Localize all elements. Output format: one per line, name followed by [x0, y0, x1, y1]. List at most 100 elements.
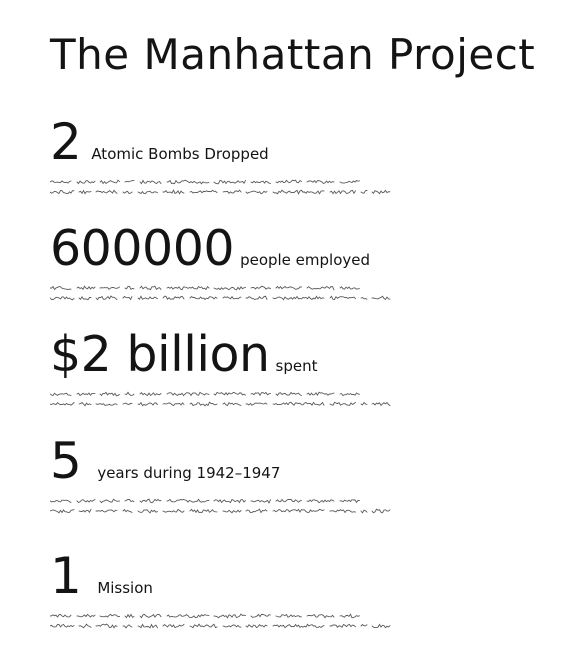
squiggle-word [78, 508, 92, 514]
squiggle-word [371, 401, 391, 407]
stat-value: $2 billion [50, 326, 270, 383]
squiggle-word [166, 285, 210, 291]
squiggle-word [124, 285, 135, 291]
squiggle-word [50, 499, 72, 504]
squiggle-word [95, 403, 118, 406]
placeholder-text-lines [50, 613, 391, 629]
squiggle-word [162, 508, 185, 513]
squiggle-word [139, 498, 162, 504]
squiggle-word [95, 509, 118, 513]
stat-value: 1 [50, 547, 82, 605]
squiggle-word [329, 401, 356, 406]
squiggle-word [275, 391, 302, 397]
squiggle-word [275, 498, 302, 503]
squiggle-word [189, 189, 218, 194]
squiggle-word [245, 402, 268, 406]
stat-bombs: 2 Atomic Bombs Dropped [50, 117, 490, 197]
squiggle-word [50, 623, 75, 628]
squiggle-word [137, 509, 158, 514]
squiggle-word [189, 401, 218, 407]
squiggle-word [245, 190, 268, 195]
squiggle-word [306, 180, 335, 185]
squiggle-word [250, 180, 271, 184]
squiggle-word [360, 401, 368, 406]
squiggle-word [306, 391, 335, 396]
squiggle-word [78, 401, 92, 407]
squiggle-word [306, 614, 335, 619]
squiggle-word [139, 613, 162, 619]
squiggle-word [222, 509, 242, 514]
squiggle-word [272, 189, 325, 195]
squiggle-word [124, 179, 135, 183]
squiggle-word [213, 286, 246, 291]
squiggle-word [50, 613, 72, 618]
squiggle-word [250, 391, 271, 397]
squiggle-word [50, 285, 72, 291]
squiggle-word [137, 623, 158, 629]
squiggle-word [124, 499, 135, 503]
squiggle-word [166, 498, 210, 503]
squiggle-word [166, 614, 210, 619]
squiggle-word [166, 391, 210, 397]
squiggle-word [78, 189, 92, 195]
squiggle-word [360, 297, 368, 300]
squiggle-word [50, 509, 75, 514]
squiggle-word [122, 402, 133, 405]
squiggle-word [166, 179, 210, 185]
squiggle-word [339, 392, 360, 397]
squiggle-word [122, 508, 133, 513]
squiggle-word [189, 296, 218, 301]
stat-value: 600000 [50, 220, 235, 277]
squiggle-word [222, 189, 242, 194]
squiggle-word [245, 624, 268, 629]
squiggle-word [95, 189, 118, 194]
squiggle-word [50, 180, 72, 184]
squiggle-word [162, 295, 185, 300]
stat-label: years during 1942–1947 [97, 464, 281, 482]
squiggle-word [76, 392, 96, 397]
squiggle-word [360, 190, 368, 194]
squiggle-word [50, 402, 75, 406]
squiggle-word [99, 613, 120, 618]
squiggle-word [99, 286, 120, 290]
squiggle-word [78, 295, 92, 301]
squiggle-word [76, 285, 96, 291]
squiggle-word [329, 509, 356, 514]
squiggle-word [122, 190, 133, 194]
squiggle-word [245, 508, 268, 514]
squiggle-word [222, 624, 242, 628]
squiggle-word [76, 180, 96, 185]
squiggle-word [360, 623, 368, 627]
squiggle-word [139, 179, 162, 185]
stat-label: people employed [240, 251, 371, 269]
placeholder-text-lines [50, 285, 391, 301]
squiggle-word [50, 296, 75, 301]
squiggle-word [329, 295, 356, 300]
squiggle-word [76, 613, 96, 618]
squiggle-word [245, 295, 268, 300]
stat-people: 600000 people employed [50, 224, 490, 303]
stat-label: Mission [97, 579, 153, 597]
squiggle-word [339, 499, 360, 504]
squiggle-word [50, 189, 75, 195]
stat-mission: 1 Mission [50, 551, 490, 631]
squiggle-word [275, 285, 302, 290]
squiggle-word [272, 623, 325, 629]
squiggle-word [306, 499, 335, 504]
squiggle-word [162, 402, 185, 407]
squiggle-word [339, 286, 360, 290]
squiggle-word [189, 508, 218, 514]
squiggle-word [275, 613, 302, 618]
squiggle-word [360, 509, 368, 514]
squiggle-word [371, 295, 391, 301]
squiggle-word [139, 392, 162, 397]
squiggle-word [162, 189, 185, 195]
stat-label: Atomic Bombs Dropped [91, 145, 269, 163]
stat-years: 5 years during 1942–1947 [50, 436, 490, 516]
squiggle-word [137, 401, 158, 407]
placeholder-text-lines [50, 391, 391, 407]
squiggle-word [99, 391, 120, 397]
stat-label: spent [275, 357, 318, 375]
squiggle-word [371, 508, 391, 514]
squiggle-word [50, 392, 72, 397]
